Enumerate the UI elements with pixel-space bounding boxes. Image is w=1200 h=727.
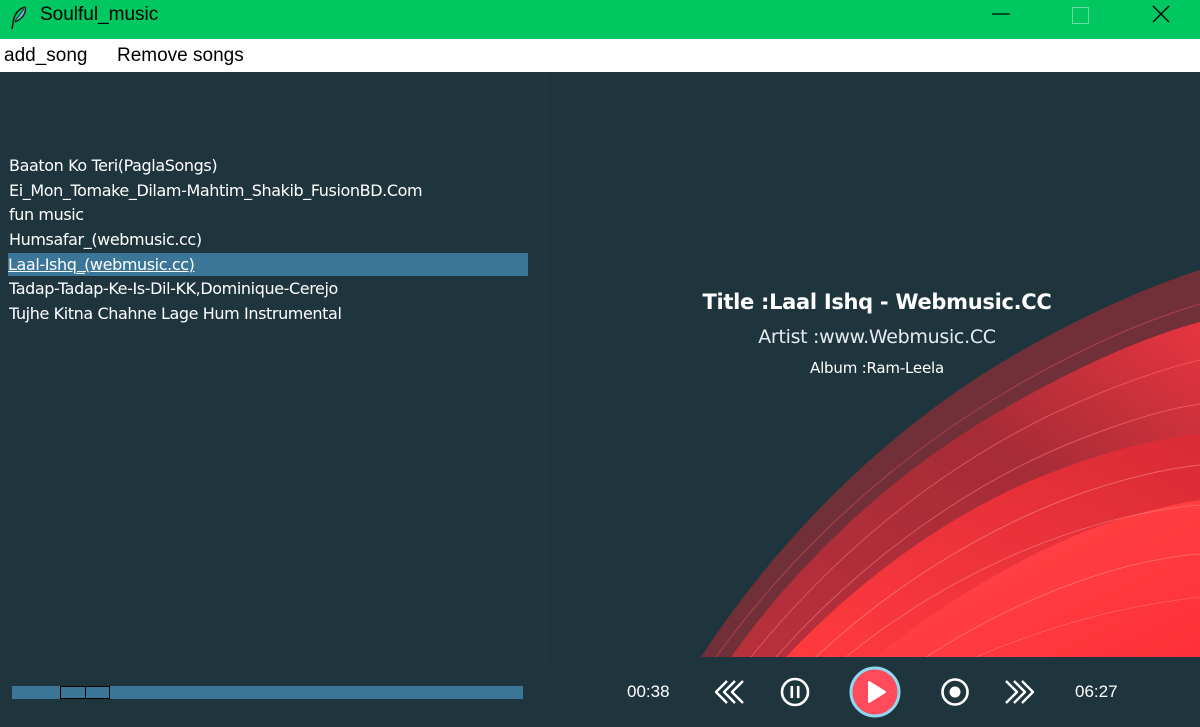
minimize-icon[interactable] bbox=[979, 0, 1025, 30]
window-title: Soulful_music bbox=[40, 4, 159, 25]
playlist-item[interactable]: fun music bbox=[9, 203, 527, 226]
close-icon[interactable] bbox=[1138, 0, 1184, 30]
playlist-item[interactable]: Humsafar_(webmusic.cc) bbox=[9, 228, 527, 251]
pause-icon[interactable] bbox=[779, 676, 811, 708]
maximize-icon[interactable] bbox=[1057, 0, 1103, 30]
menu-add-song[interactable]: add_song bbox=[4, 45, 87, 67]
playlist-item-selected[interactable]: Laal-Ishq_(webmusic.cc) bbox=[8, 253, 528, 276]
playlist-item[interactable]: Ei_Mon_Tomake_Dilam-Mahtim_Shakib_Fusion… bbox=[9, 179, 527, 202]
playlist-item[interactable]: Tadap-Tadap-Ke-Is-Dil-KK,Dominique-Cerej… bbox=[9, 277, 527, 300]
feather-icon bbox=[11, 6, 27, 30]
playlist-item[interactable]: Tujhe Kitna Chahne Lage Hum Instrumental bbox=[9, 302, 527, 325]
seek-bar-handle[interactable] bbox=[60, 686, 110, 699]
now-playing-album: Album :Ram-Leela bbox=[810, 359, 944, 377]
now-playing-panel: Title :Laal Ishq - Webmusic.CC Artist :w… bbox=[546, 72, 1200, 657]
fast-forward-icon[interactable] bbox=[1003, 677, 1037, 707]
playlist-item[interactable]: Baaton Ko Teri(PaglaSongs) bbox=[9, 154, 527, 177]
play-icon[interactable] bbox=[848, 665, 902, 719]
total-time: 06:27 bbox=[1075, 682, 1118, 701]
rewind-icon[interactable] bbox=[712, 677, 746, 707]
menu-bar: add_song Remove songs bbox=[0, 39, 1200, 72]
stop-icon[interactable] bbox=[939, 676, 971, 708]
title-bar[interactable]: Soulful_music bbox=[0, 0, 1200, 39]
app-window: Soulful_music add_song Remove songs Baat… bbox=[0, 0, 1200, 727]
menu-remove-songs[interactable]: Remove songs bbox=[117, 45, 244, 67]
current-time: 00:38 bbox=[627, 682, 670, 701]
now-playing-artist: Artist :www.Webmusic.CC bbox=[758, 326, 996, 348]
now-playing-title: Title :Laal Ishq - Webmusic.CC bbox=[702, 290, 1052, 314]
seek-handle-grip bbox=[85, 687, 86, 698]
